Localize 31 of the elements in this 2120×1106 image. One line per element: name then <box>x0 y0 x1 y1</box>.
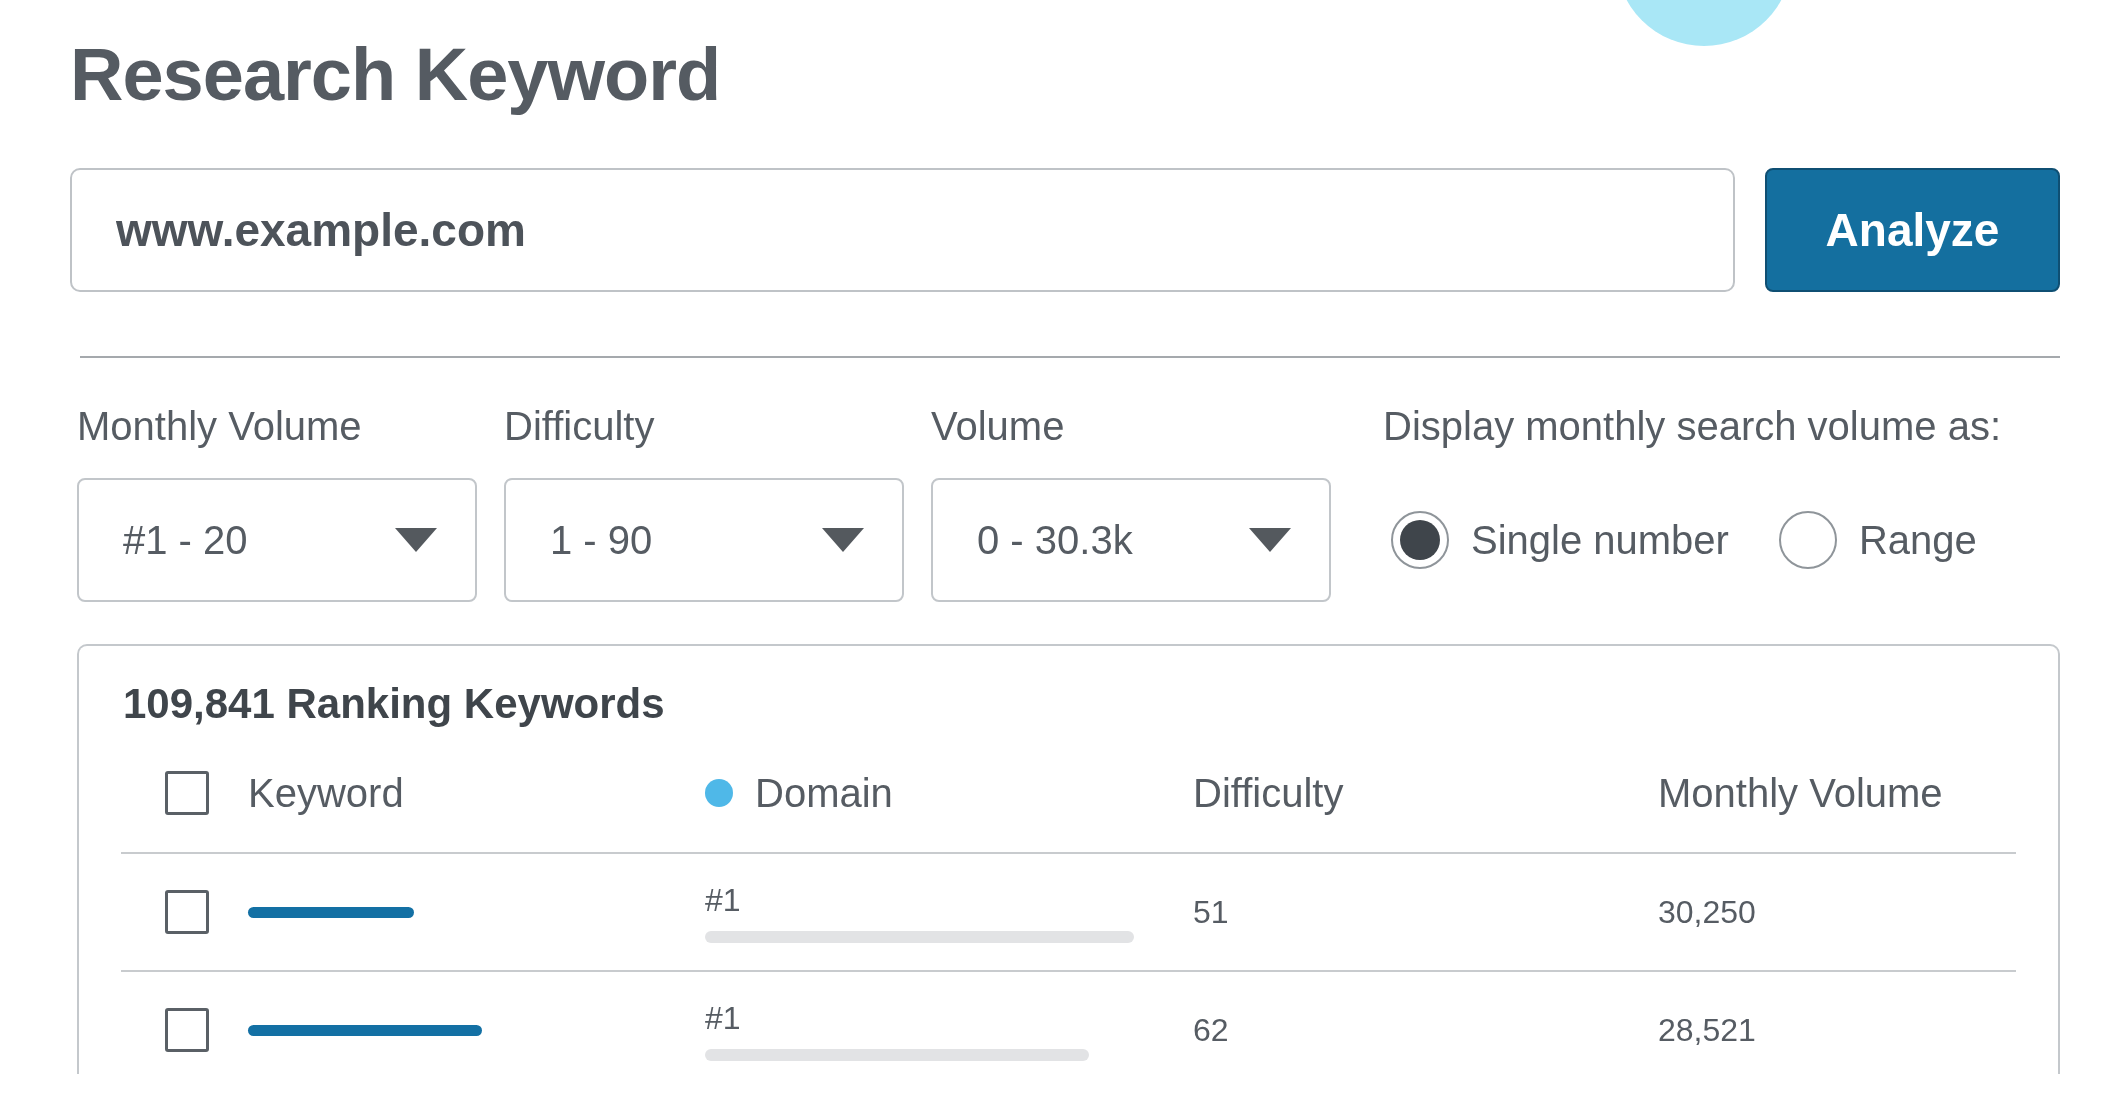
filter-label: Volume <box>931 403 1066 450</box>
monthly-volume-value: 30,250 <box>1658 893 1756 931</box>
column-header[interactable]: Keyword <box>248 770 404 816</box>
radio-button[interactable] <box>1391 511 1449 569</box>
column-header[interactable]: Difficulty <box>1193 770 1344 816</box>
row-checkbox[interactable] <box>165 890 209 934</box>
url-input-field[interactable]: www.example.com <box>70 168 1735 292</box>
difficulty-value: 62 <box>1193 1011 1229 1049</box>
analyze-button[interactable]: Analyze <box>1765 168 2060 292</box>
rank-text: #1 <box>705 999 741 1037</box>
filter-dropdown[interactable]: 0 - 30.3k <box>931 478 1331 602</box>
radio-option[interactable]: Range <box>1778 511 1977 569</box>
results-heading: 109,841 Ranking Keywords <box>123 679 666 729</box>
filter-dropdown[interactable]: 1 - 90 <box>504 478 904 602</box>
filter-dropdown[interactable]: #1 - 20 <box>77 478 477 602</box>
caret-down-icon <box>395 528 437 552</box>
filter-label: Monthly Volume <box>77 403 363 450</box>
page-title: Research Keyword <box>70 32 722 118</box>
display-option-label: Display monthly search volume as: <box>1383 403 2002 450</box>
caret-down-icon <box>822 528 864 552</box>
caret-down-icon <box>1249 528 1291 552</box>
radio-option[interactable]: Single number <box>1391 511 1729 569</box>
select-all-checkbox[interactable] <box>165 771 209 815</box>
column-header[interactable]: Domain <box>755 770 893 816</box>
rank-text: #1 <box>705 881 741 919</box>
filter-label: Difficulty <box>504 403 656 450</box>
row-checkbox[interactable] <box>165 1008 209 1052</box>
monthly-volume-value: 28,521 <box>1658 1011 1756 1049</box>
radio-button[interactable] <box>1778 511 1837 569</box>
column-header[interactable]: Monthly Volume <box>1658 770 1943 816</box>
difficulty-value: 51 <box>1193 893 1229 931</box>
